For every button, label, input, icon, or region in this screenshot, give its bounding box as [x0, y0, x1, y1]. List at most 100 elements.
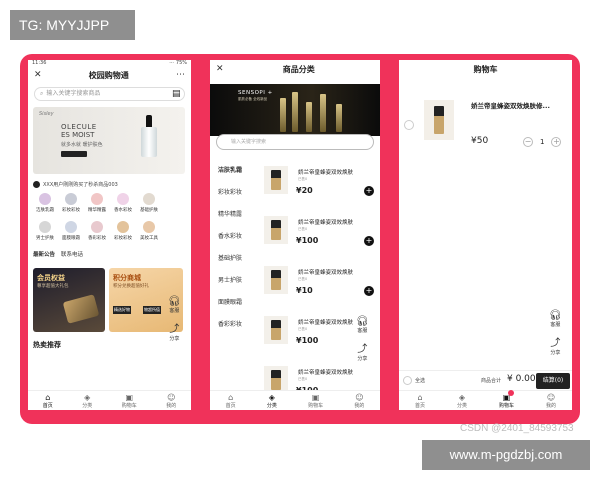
tab-mine[interactable]: ☺ 我的	[166, 391, 176, 410]
search-placeholder: 输入关键字搜索商品	[46, 90, 101, 97]
share-button[interactable]: ⤴ 分享	[169, 324, 179, 342]
phone-home-screen: 11:36 ⋯ 75% ✕ 校园购物通 ⋯ ⌕ 输入关键字搜索商品 ▤ Sisl…	[28, 60, 191, 410]
headset-icon: 🎧︎	[356, 316, 369, 327]
add-to-cart-button[interactable]: +	[364, 236, 374, 246]
product-sales: 已售0	[298, 377, 308, 381]
home-icon: ⌂	[228, 393, 234, 402]
category-item[interactable]: 洁肤乳霜	[32, 192, 58, 218]
announcement-bar[interactable]: 最新公告 联系电话	[33, 250, 83, 258]
sidebar-item[interactable]: 精华精露	[210, 204, 254, 226]
page-title: 购物车	[473, 64, 498, 74]
service-button[interactable]: 🎧︎ 客服	[549, 310, 562, 328]
product-image	[424, 100, 454, 140]
product-item[interactable]: 娇兰帝皇蜂姿双效焕肤 已售0 ¥20 +	[262, 162, 376, 212]
cart-item[interactable]: 娇兰帝皇蜂姿双效焕肤修... ¥50 − 1 +	[399, 88, 572, 168]
service-button[interactable]: 🎧︎ 客服	[356, 316, 369, 334]
banner-button[interactable]	[61, 151, 87, 157]
category-grid: 洁肤乳霜 彩妆彩妆 精华精露 香水彩妆 基础护肤 男士护肤 面膜眼霜 香彩彩妆 …	[32, 192, 188, 246]
share-button[interactable]: ⤴ 分享	[550, 338, 560, 356]
purchase-notice: XXX用户刚刚购买了秒杀商品003	[33, 181, 118, 188]
tab-category[interactable]: ◈ 分类	[82, 391, 92, 410]
csdn-credit: CSDN @2401_84593753	[460, 423, 574, 434]
total-amount: ¥ 0.00	[507, 374, 536, 384]
checkout-button[interactable]: 结算(0)	[536, 373, 570, 389]
category-item[interactable]: 香彩彩妆	[84, 220, 110, 246]
banner-brand: Sisley	[39, 111, 54, 117]
page-title: 商品分类	[282, 64, 315, 74]
headset-icon: 🎧︎	[549, 310, 562, 321]
cart-icon: ▣	[311, 393, 320, 402]
search-input[interactable]: ⌕ 输入关键字搜索商品	[34, 87, 185, 101]
sidebar-item[interactable]: 洁肤乳霜	[210, 160, 254, 182]
category-item[interactable]: 彩妆彩妆	[58, 192, 84, 218]
promo2-title: 积分商城	[113, 274, 141, 282]
tab-home[interactable]: ⌂ 首页	[226, 391, 236, 410]
tab-category[interactable]: ◈ 分类	[457, 391, 467, 410]
category-item[interactable]: 精华精露	[84, 192, 110, 218]
search-input[interactable]: 输入关键字搜索	[216, 134, 374, 150]
sidebar-item[interactable]: 基础护肤	[210, 248, 254, 270]
user-avatar-icon	[33, 181, 40, 188]
promo2-sub: 积分兑换超值好礼	[113, 284, 149, 289]
product-sales: 已售0	[298, 277, 308, 281]
tab-cart[interactable]: ▣ 购物车	[499, 390, 514, 410]
category-sidebar: 洁肤乳霜 彩妆彩妆 精华精露 香水彩妆 基础护肤 男士护肤 面膜眼霜 香彩彩妆	[210, 160, 254, 336]
share-button[interactable]: ⤴ 分享	[357, 344, 367, 362]
share-icon: ⤴	[357, 344, 368, 355]
floating-actions: 🎧︎ 客服 ⤴ 分享	[356, 316, 369, 362]
tab-cart[interactable]: ▣ 购物车	[122, 391, 137, 410]
add-to-cart-button[interactable]: +	[364, 286, 374, 296]
tab-home[interactable]: ⌂ 首页	[415, 391, 425, 410]
product-name: 娇兰帝皇蜂姿双效焕肤	[298, 220, 354, 226]
category-banner[interactable]: SENSOPI + 肌肤必备 全线新品	[210, 84, 380, 136]
service-button[interactable]: 🎧︎ 客服	[168, 296, 181, 314]
category-item[interactable]: 美妆工具	[136, 220, 162, 246]
product-price: ¥20	[296, 186, 313, 195]
category-item[interactable]: 香水彩妆	[110, 192, 136, 218]
product-sales: 已售0	[298, 327, 308, 331]
product-item[interactable]: 娇兰帝皇蜂姿双效焕肤 已售0 ¥10 +	[262, 262, 376, 312]
close-icon[interactable]: ✕	[216, 64, 224, 74]
item-select-radio[interactable]	[404, 120, 414, 130]
sidebar-item[interactable]: 男士护肤	[210, 270, 254, 292]
category-item[interactable]: 基础护肤	[136, 192, 162, 218]
category-item[interactable]: 彩妆彩妆	[110, 220, 136, 246]
sidebar-item[interactable]: 香水彩妆	[210, 226, 254, 248]
tab-home[interactable]: ⌂ 首页	[43, 391, 53, 410]
promo2-tag1: 精选好物	[113, 306, 131, 314]
page-title: 校园购物通	[88, 70, 129, 80]
member-benefits-card[interactable]: 会员权益 尊享超值大礼包	[33, 268, 105, 332]
tab-category[interactable]: ◈ 分类	[267, 391, 277, 410]
message-icon[interactable]: ▤	[172, 89, 181, 99]
product-price: ¥100	[296, 336, 319, 345]
user-icon: ☺	[355, 393, 364, 402]
announce-text: 联系电话	[61, 252, 84, 258]
product-bottle-image	[306, 102, 312, 132]
home-banner[interactable]: Sisley OLECULE ES MOIST 就多水就 暖护肤色	[33, 107, 185, 174]
close-icon[interactable]: ✕	[34, 70, 42, 80]
banner-line2: ES MOIST	[61, 131, 95, 139]
notice-text: XXX用户刚刚购买了秒杀商品003	[43, 182, 118, 188]
tab-bar: ⌂ 首页 ◈ 分类 ▣ 购物车 ☺ 我的	[399, 390, 572, 410]
product-bottle-image	[292, 92, 298, 132]
tab-cart[interactable]: ▣ 购物车	[308, 391, 323, 410]
more-icon[interactable]: ⋯	[176, 70, 185, 80]
share-icon: ⤴	[550, 338, 561, 349]
tab-mine[interactable]: ☺ 我的	[546, 391, 556, 410]
select-all-radio[interactable]	[403, 376, 412, 385]
decrease-button[interactable]: −	[523, 137, 533, 147]
increase-button[interactable]: +	[551, 137, 562, 147]
floating-actions: 🎧︎ 客服 ⤴ 分享	[168, 296, 181, 342]
category-item[interactable]: 男士护肤	[32, 220, 58, 246]
user-icon: ☺	[167, 393, 176, 402]
add-to-cart-button[interactable]: +	[364, 186, 374, 196]
sidebar-item[interactable]: 面膜眼霜	[210, 292, 254, 314]
sidebar-item[interactable]: 彩妆彩妆	[210, 182, 254, 204]
sidebar-item[interactable]: 香彩彩妆	[210, 314, 254, 336]
tab-mine[interactable]: ☺ 我的	[354, 391, 364, 410]
product-image	[264, 316, 288, 344]
search-icon: ⌕	[40, 90, 44, 97]
product-item[interactable]: 娇兰帝皇蜂姿双效焕肤 已售0 ¥100 +	[262, 212, 376, 262]
category-item[interactable]: 面膜眼霜	[58, 220, 84, 246]
layers-icon: ◈	[84, 393, 91, 402]
